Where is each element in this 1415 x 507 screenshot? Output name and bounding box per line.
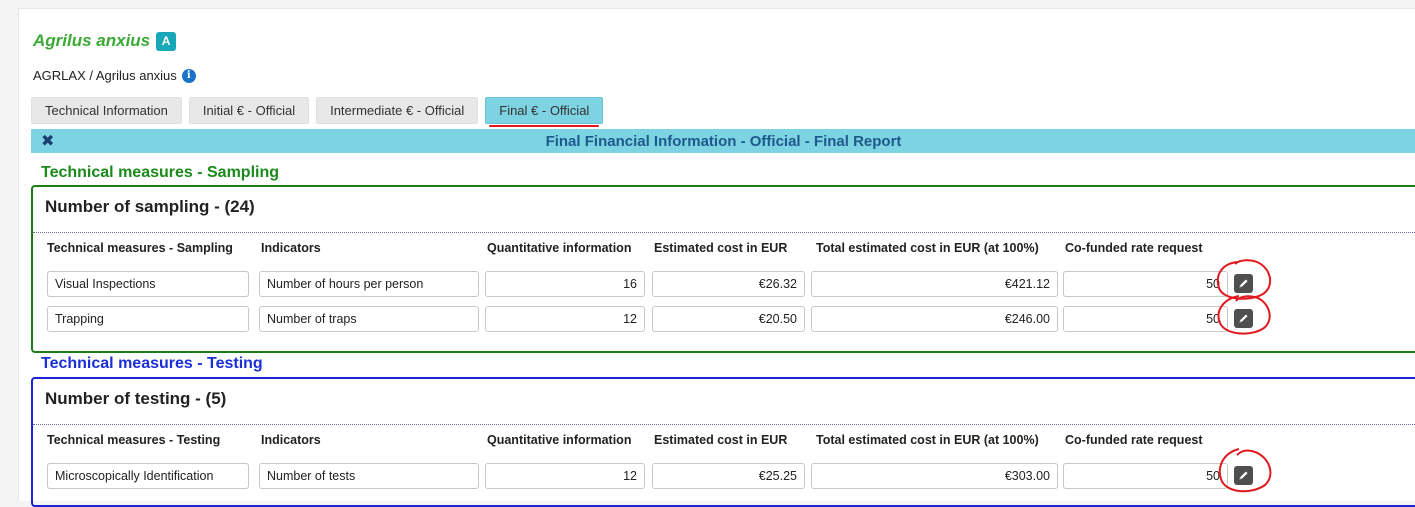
sampling-heading: Number of sampling - (24)	[45, 197, 255, 216]
indicator-field[interactable]: Number of hours per person	[259, 271, 479, 297]
measure-field[interactable]: Visual Inspections	[47, 271, 249, 297]
column-header-indicators: Indicators	[261, 433, 321, 447]
tab-technical-information[interactable]: Technical Information	[31, 97, 182, 124]
indicator-field[interactable]: Number of tests	[259, 463, 479, 489]
species-name: Agrilus anxius	[33, 31, 151, 50]
column-header-quantity: Quantitative information	[487, 433, 632, 447]
tab-bar: Technical Information Initial € - Offici…	[31, 97, 604, 127]
table-row: Trapping Number of traps 12 €20.50 €246.…	[33, 306, 1415, 332]
column-header-cost: Estimated cost in EUR	[654, 433, 788, 447]
rate-field[interactable]: 50	[1063, 306, 1228, 332]
column-header-measure: Technical measures - Sampling	[47, 241, 233, 255]
table-row: Microscopically Identification Number of…	[33, 463, 1415, 489]
cost-field[interactable]: €26.32	[652, 271, 805, 297]
pencil-icon	[1239, 279, 1248, 288]
edit-button[interactable]	[1234, 466, 1253, 485]
species-subtitle: AGRLAX / Agrilus anxius i	[33, 68, 196, 83]
pencil-icon	[1239, 471, 1248, 480]
rate-field[interactable]: 50	[1063, 271, 1228, 297]
column-header-rate: Co-funded rate request	[1065, 241, 1203, 255]
table-row: Visual Inspections Number of hours per p…	[33, 271, 1415, 297]
divider	[33, 424, 1415, 425]
sampling-group-title: Technical measures - Sampling	[41, 164, 280, 181]
section-title: Final Financial Information - Official -…	[545, 132, 902, 150]
indicator-field[interactable]: Number of traps	[259, 306, 479, 332]
column-header-quantity: Quantitative information	[487, 241, 632, 255]
species-badge: A	[156, 31, 177, 51]
sampling-box: Number of sampling - (24) Technical meas…	[31, 185, 1415, 353]
column-header-cost: Estimated cost in EUR	[654, 241, 788, 255]
info-circle-icon[interactable]: i	[181, 68, 196, 83]
column-header-indicators: Indicators	[261, 241, 321, 255]
tab-intermediate-official[interactable]: Intermediate € - Official	[316, 97, 479, 124]
testing-group-title: Technical measures - Testing	[41, 355, 263, 372]
content-panel: Agrilus anxius A AGRLAX / Agrilus anxius…	[18, 8, 1415, 507]
total-field[interactable]: €246.00	[811, 306, 1058, 332]
column-header-total: Total estimated cost in EUR (at 100%)	[816, 433, 1039, 447]
quantity-field[interactable]: 12	[485, 463, 645, 489]
measure-field[interactable]: Microscopically Identification	[47, 463, 249, 489]
testing-box: Number of testing - (5) Technical measur…	[31, 377, 1415, 507]
species-code-label: AGRLAX / Agrilus anxius	[33, 68, 177, 83]
column-header-measure: Technical measures - Testing	[47, 433, 221, 447]
column-header-rate: Co-funded rate request	[1065, 433, 1203, 447]
edit-button[interactable]	[1234, 309, 1253, 328]
tab-initial-official[interactable]: Initial € - Official	[188, 97, 310, 124]
measure-field[interactable]: Trapping	[47, 306, 249, 332]
column-header-total: Total estimated cost in EUR (at 100%)	[816, 241, 1039, 255]
quantity-field[interactable]: 16	[485, 271, 645, 297]
total-field[interactable]: €303.00	[811, 463, 1058, 489]
pencil-icon	[1239, 314, 1248, 323]
total-field[interactable]: €421.12	[811, 271, 1058, 297]
edit-button[interactable]	[1234, 274, 1253, 293]
tab-final-official[interactable]: Final € - Official	[485, 97, 604, 127]
section-header-bar: ✖ Final Financial Information - Official…	[31, 129, 1415, 153]
species-header: Agrilus anxius A	[33, 31, 177, 51]
divider	[33, 232, 1415, 233]
cost-field[interactable]: €20.50	[652, 306, 805, 332]
rate-field[interactable]: 50	[1063, 463, 1228, 489]
close-icon[interactable]: ✖	[41, 131, 54, 151]
quantity-field[interactable]: 12	[485, 306, 645, 332]
cost-field[interactable]: €25.25	[652, 463, 805, 489]
testing-heading: Number of testing - (5)	[45, 389, 227, 408]
